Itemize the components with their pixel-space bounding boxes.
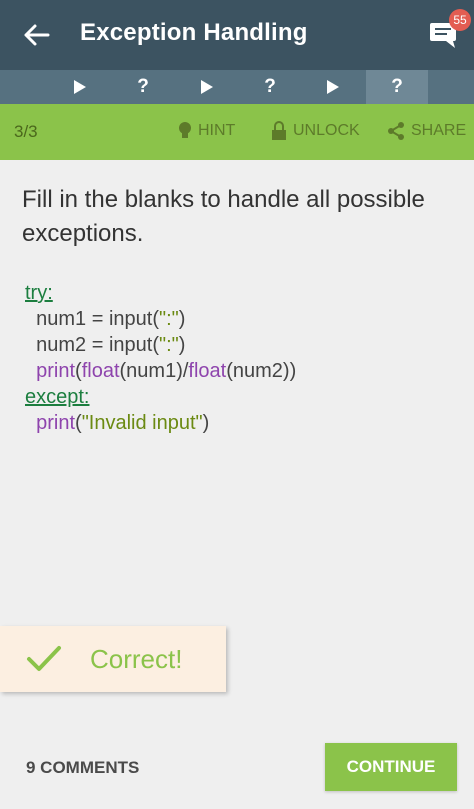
share-icon (388, 122, 404, 140)
lock-icon (272, 121, 286, 140)
play-icon (74, 80, 86, 94)
quiz-toolbar: 3/3 HINT UNLOCK SHARE (0, 104, 474, 160)
code-line-except: except: (25, 384, 445, 410)
code-text: ) (202, 412, 210, 434)
code-text: ( (75, 360, 82, 382)
tab-lesson-3[interactable] (303, 70, 363, 104)
code-string: ":" (158, 334, 179, 356)
tab-quiz-2[interactable]: ? (240, 70, 300, 104)
comments-link[interactable]: 9 COMMENTS (26, 758, 139, 778)
share-button[interactable]: SHARE (387, 121, 466, 141)
notification-badge: 55 (449, 9, 471, 31)
code-function: print (36, 412, 76, 434)
lesson-progress-tabs: ? ? ? (0, 70, 474, 104)
code-function: float (81, 360, 120, 382)
code-text: ) (178, 308, 186, 330)
code-text: ( (75, 412, 82, 434)
lightbulb-icon (179, 122, 191, 138)
blank-except[interactable]: except: (25, 386, 89, 408)
tab-lesson-2[interactable] (177, 70, 237, 104)
correct-message: Correct! (90, 644, 183, 674)
code-function: float (188, 360, 227, 382)
code-line-4: print("Invalid input") (25, 410, 445, 436)
code-string: ":" (158, 308, 179, 330)
correct-toast: Correct! (0, 626, 226, 692)
code-string: "Invalid input" (81, 412, 203, 434)
code-text: (num1)/ (119, 360, 189, 382)
code-line-try: try: (25, 280, 445, 306)
play-icon (201, 80, 213, 94)
page-title: Exception Handling (80, 19, 308, 46)
code-text: num1 = input( (36, 308, 159, 330)
code-text: (num2)) (226, 360, 297, 382)
continue-button[interactable]: CONTINUE (325, 743, 457, 791)
code-block: try: num1 = input(":") num2 = input(":")… (25, 280, 445, 436)
unlock-button[interactable]: UNLOCK (271, 121, 360, 141)
code-text: num2 = input( (36, 334, 159, 356)
blank-try[interactable]: try: (25, 282, 53, 304)
question-text: Fill in the blanks to handle all possibl… (22, 186, 425, 247)
code-line-1: num1 = input(":") (25, 306, 445, 332)
tab-lesson-1[interactable] (50, 70, 110, 104)
code-line-2: num2 = input(":") (25, 332, 445, 358)
tab-quiz-1[interactable]: ? (113, 70, 173, 104)
hint-button[interactable]: HINT (178, 121, 235, 141)
quiz-progress: 3/3 (14, 122, 38, 141)
code-line-3: print(float(num1)/float(num2)) (25, 358, 445, 384)
play-icon (327, 80, 339, 94)
share-label: SHARE (411, 122, 467, 139)
unlock-label: UNLOCK (293, 122, 360, 139)
hint-label: HINT (198, 122, 236, 139)
back-arrow-icon[interactable] (22, 20, 52, 50)
tab-quiz-3-active[interactable]: ? (366, 70, 428, 104)
code-text: ) (178, 334, 186, 356)
app-bar: Exception Handling 55 (0, 0, 474, 70)
code-function: print (36, 360, 76, 382)
checkmark-icon (27, 646, 61, 671)
